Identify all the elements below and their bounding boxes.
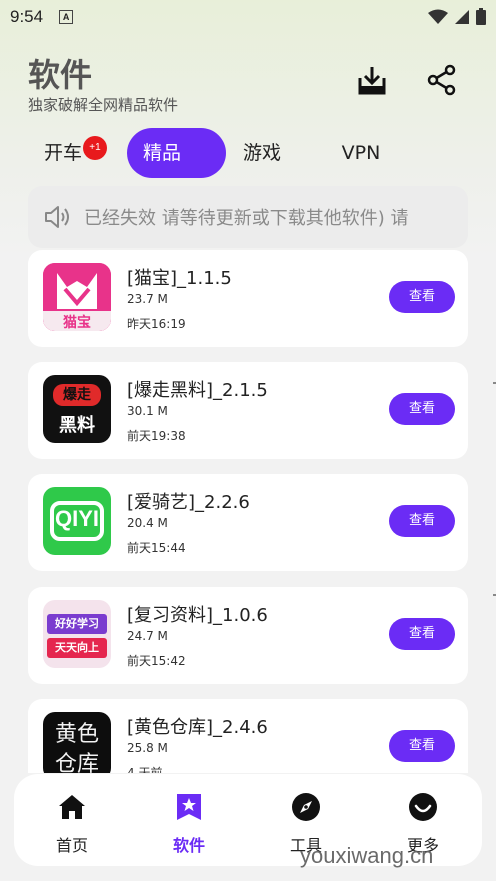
huangse-icon: 黄色 仓库 [43, 712, 111, 773]
app-size: 20.4 M [127, 516, 168, 530]
nav-label: 首页 [55, 836, 88, 855]
download-button[interactable] [354, 62, 390, 98]
nav-software[interactable]: 软件 [139, 774, 239, 866]
tab-label: VPN [341, 142, 381, 164]
signal-icon [455, 9, 469, 24]
watermark: youxiwang.cn [300, 843, 434, 868]
app-time: 前天15:42 [127, 654, 186, 668]
wifi-icon [428, 9, 448, 24]
app-time: 前天19:38 [127, 429, 186, 443]
app-list: 猫宝 [猫宝]_1.1.5 23.7 M 昨天16:19 查看 爆走 黑料 [爆… [28, 250, 468, 773]
icon-label-bottom: 黑料 [59, 415, 95, 436]
app-size: 25.8 M [127, 741, 168, 755]
tab-label: 开车 [43, 142, 82, 164]
app-time: 4 天前 [127, 766, 163, 773]
icon-label-bottom: 天天向上 [47, 638, 107, 658]
tab-label: 游戏 [242, 142, 281, 164]
tab-badge: +1 [83, 136, 107, 160]
battery-icon [476, 8, 486, 25]
star-box-icon [177, 794, 201, 820]
view-button[interactable]: 查看 [389, 618, 455, 650]
app-size: 30.1 M [127, 404, 168, 418]
nav-label: 软件 [172, 836, 205, 855]
iqiyi-icon: QIYI [43, 487, 111, 555]
app-time: 前天15:44 [127, 541, 186, 555]
status-indicators [428, 8, 486, 25]
view-button[interactable]: 查看 [389, 730, 455, 762]
nav-home[interactable]: 首页 [22, 774, 122, 866]
category-tabs: 开车 +1 精品 游戏 VPN [28, 128, 468, 178]
status-time: 9:54 [10, 7, 44, 26]
page-subtitle: 独家破解全网精品软件 [28, 96, 179, 114]
icon-label-top: 爆走 [53, 384, 101, 406]
fuxi-icon: 好好学习 天天向上 [43, 600, 111, 668]
app-size: 24.7 M [127, 629, 168, 643]
tab-vpn[interactable]: VPN [324, 128, 398, 178]
page-title: 软件 [28, 56, 93, 94]
app-time: 昨天16:19 [127, 317, 186, 331]
app-size: 23.7 M [127, 292, 168, 306]
maobao-icon: 猫宝 [43, 263, 111, 331]
icon-label-top: 黄色 [54, 722, 99, 747]
view-button[interactable]: 查看 [389, 505, 455, 537]
icon-label-bottom: 仓库 [54, 752, 99, 773]
app-card[interactable]: QIYI [爱骑艺]_2.2.6 20.4 M 前天15:44 查看 [28, 474, 468, 571]
tab-jingpin[interactable]: 精品 [127, 128, 226, 178]
app-card[interactable]: 爆走 黑料 [爆走黑料]_2.1.5 30.1 M 前天19:38 查看 [28, 362, 468, 459]
icon-label: 猫宝 [63, 315, 91, 331]
download-icon [358, 67, 386, 95]
compass-icon [292, 793, 320, 821]
baozou-icon: 爆走 黑料 [43, 375, 111, 443]
notice-bar: 已经失效 请等待更新或下载其他软件) 请 [28, 186, 468, 248]
app-name: [爱骑艺]_2.2.6 [127, 492, 250, 513]
view-button[interactable]: 查看 [389, 281, 455, 313]
app-name: [黄色仓库]_2.4.6 [127, 717, 268, 738]
share-button[interactable] [424, 62, 460, 98]
app-name: [复习资料]_1.0.6 [127, 605, 268, 626]
app-card[interactable]: 好好学习 天天向上 [复习资料]_1.0.6 24.7 M 前天15:42 查看 [28, 587, 468, 684]
notice-text: 已经失效 请等待更新或下载其他软件) 请 [84, 208, 409, 229]
app-name: [爆走黑料]_2.1.5 [127, 380, 268, 401]
speaker-icon [45, 206, 69, 228]
app-name: [猫宝]_1.1.5 [127, 268, 232, 289]
share-icon [427, 64, 456, 96]
tab-youxi[interactable]: 游戏 [228, 128, 296, 178]
notification-a-icon: A [59, 10, 74, 24]
icon-label-top: 好好学习 [47, 614, 107, 634]
app-card[interactable]: 黄色 仓库 [黄色仓库]_2.4.6 25.8 M 4 天前 查看 [28, 699, 468, 773]
view-button[interactable]: 查看 [389, 393, 455, 425]
home-icon [59, 795, 85, 819]
icon-label: QIYI [54, 506, 99, 531]
tab-label: 精品 [143, 142, 182, 164]
smile-icon [409, 793, 437, 821]
status-bar: 9:54 A [0, 0, 496, 34]
app-card[interactable]: 猫宝 [猫宝]_1.1.5 23.7 M 昨天16:19 查看 [28, 250, 468, 347]
